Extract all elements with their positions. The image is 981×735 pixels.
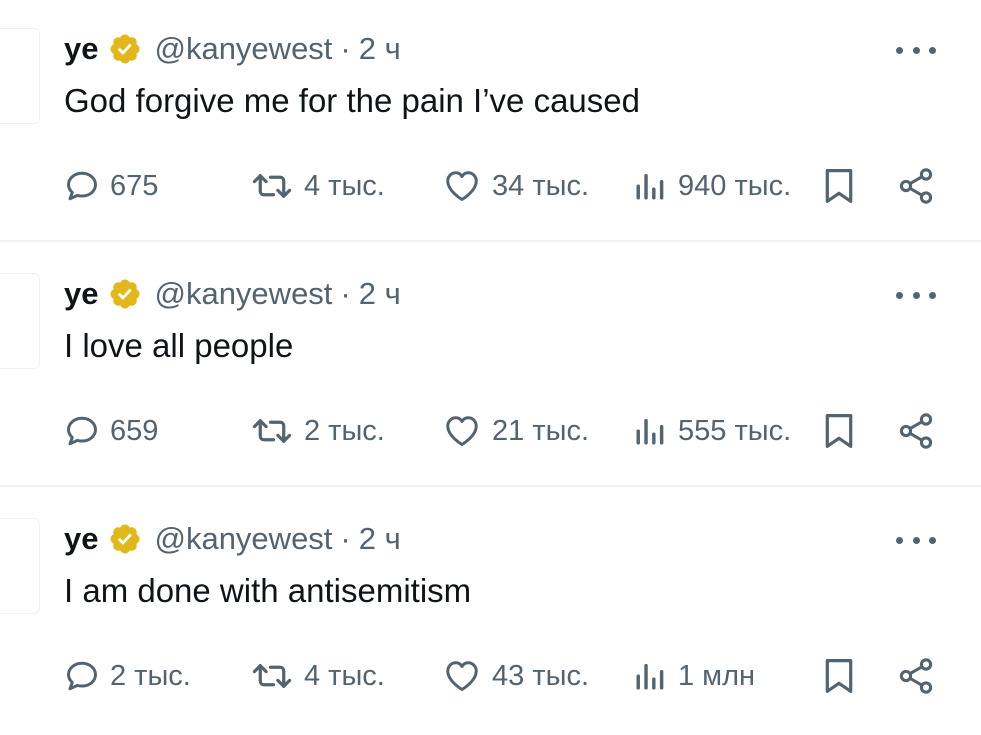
tweet-text: I love all people [64,327,294,364]
dot-separator: · [340,276,351,311]
tweet-card[interactable]: ye @kanyewest · 2 ч I love all people 65… [0,245,981,490]
heart-icon [446,416,478,446]
retweet-button[interactable]: 4 тыс. [250,654,385,698]
verified-badge-icon [110,524,141,554]
reply-count: 675 [110,169,159,202]
author-name[interactable]: ye [64,521,98,557]
views-count: 940 тыс. [678,169,792,202]
like-button[interactable]: 34 тыс. [442,164,589,208]
verified-badge-icon [110,279,141,309]
views-count: 1 млн [678,659,756,692]
more-icon[interactable] [896,530,936,550]
like-count: 34 тыс. [492,169,589,202]
reply-button[interactable]: 2 тыс. [64,654,191,698]
views-icon [636,174,664,200]
share-icon [899,168,933,204]
tweet-card[interactable]: ye @kanyewest · 2 ч God forgive me for t… [0,0,981,245]
like-button[interactable]: 43 тыс. [442,654,589,698]
tweet-timestamp[interactable]: 2 ч [359,31,401,67]
reply-button[interactable]: 659 [64,409,158,453]
like-count: 43 тыс. [492,659,589,692]
views-button[interactable]: 1 млн [632,654,755,698]
author-name[interactable]: ye [64,31,98,67]
retweet-count: 4 тыс. [304,169,385,202]
retweet-count: 2 тыс. [304,414,385,447]
tweet-timestamp[interactable]: 2 ч [359,521,401,557]
bookmark-icon [825,659,853,693]
reply-icon [67,661,97,691]
reply-count: 2 тыс. [110,659,191,692]
bookmark-button[interactable] [822,409,856,453]
reply-icon [67,171,97,201]
views-button[interactable]: 940 тыс. [632,164,791,208]
dot-separator: · [340,31,351,66]
reply-icon [67,416,97,446]
views-button[interactable]: 555 тыс. [632,409,791,453]
tweet-timestamp[interactable]: 2 ч [359,276,401,312]
retweet-icon [252,174,292,198]
views-icon [636,664,664,690]
share-button[interactable] [896,654,936,698]
like-button[interactable]: 21 тыс. [442,409,589,453]
tweet-header: ye @kanyewest · 2 ч [64,516,401,562]
retweet-count: 4 тыс. [304,659,385,692]
dot-separator: · [340,521,351,556]
retweet-icon [252,419,292,443]
tweet-text: God forgive me for the pain I’ve caused [64,82,640,119]
like-count: 21 тыс. [492,414,589,447]
avatar[interactable] [0,518,40,614]
retweet-icon [252,664,292,688]
author-handle[interactable]: @kanyewest [154,276,332,312]
retweet-button[interactable]: 2 тыс. [250,409,385,453]
share-icon [899,413,933,449]
avatar[interactable] [0,273,40,369]
bookmark-button[interactable] [822,654,856,698]
reply-button[interactable]: 675 [64,164,158,208]
reply-count: 659 [110,414,159,447]
tweet-divider [0,485,981,487]
views-icon [636,419,664,445]
more-icon[interactable] [896,40,936,60]
heart-icon [446,171,478,201]
tweet-text: I am done with antisemitism [64,572,472,609]
verified-badge-icon [110,34,141,64]
author-handle[interactable]: @kanyewest [154,31,332,67]
heart-icon [446,661,478,691]
author-handle[interactable]: @kanyewest [154,521,332,557]
retweet-button[interactable]: 4 тыс. [250,164,385,208]
more-icon[interactable] [896,285,936,305]
share-icon [899,658,933,694]
tweet-divider [0,240,981,242]
bookmark-icon [825,169,853,203]
bookmark-icon [825,414,853,448]
tweet-header: ye @kanyewest · 2 ч [64,271,401,317]
tweet-header: ye @kanyewest · 2 ч [64,26,401,72]
views-count: 555 тыс. [678,414,792,447]
author-name[interactable]: ye [64,276,98,312]
share-button[interactable] [896,409,936,453]
tweet-card[interactable]: ye @kanyewest · 2 ч I am done with antis… [0,490,981,735]
bookmark-button[interactable] [822,164,856,208]
avatar[interactable] [0,28,40,124]
share-button[interactable] [896,164,936,208]
